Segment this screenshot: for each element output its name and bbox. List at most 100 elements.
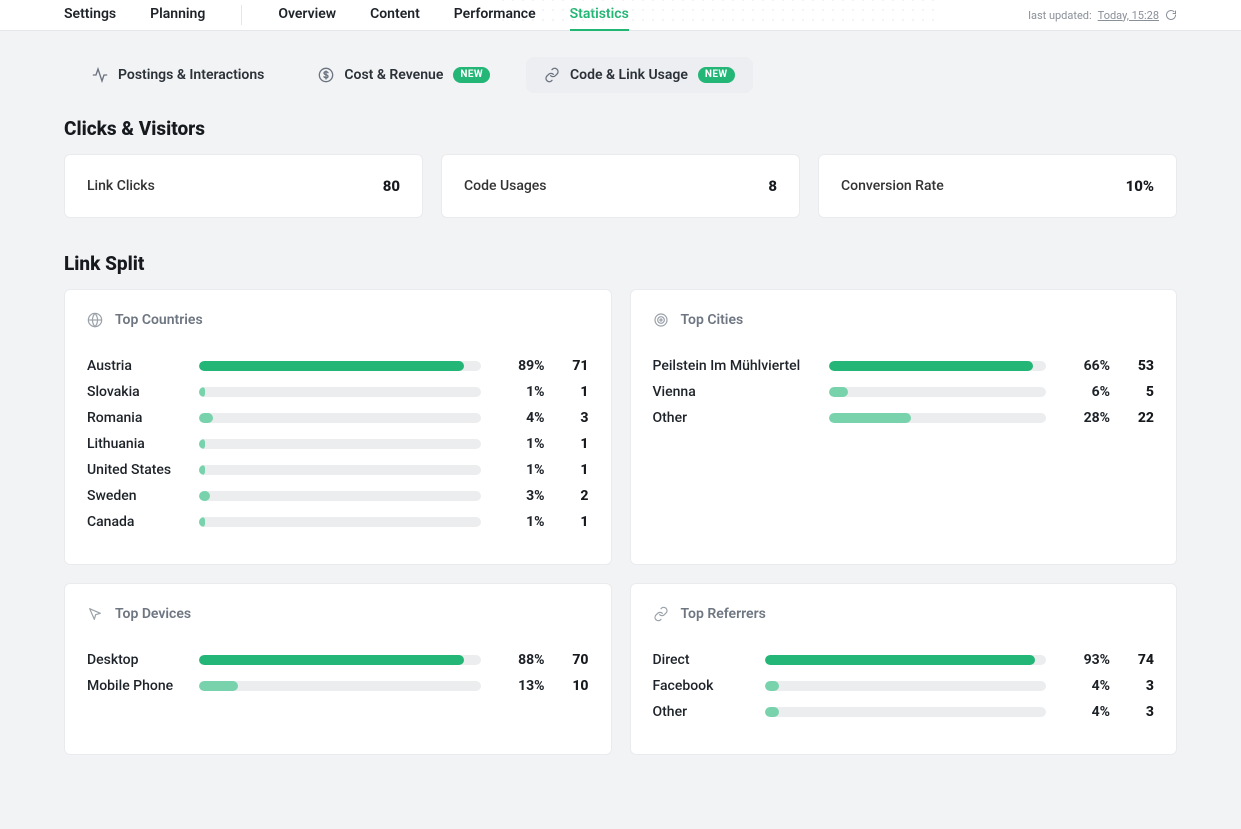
kpi-label: Code Usages bbox=[464, 178, 547, 194]
progress-fill bbox=[199, 681, 238, 691]
progress-bar bbox=[829, 387, 1047, 397]
activity-icon bbox=[92, 67, 108, 83]
list-item: Slovakia1%1 bbox=[87, 384, 589, 400]
progress-fill bbox=[765, 655, 1035, 665]
card-top-countries: Top Countries Austria89%71Slovakia1%1Rom… bbox=[64, 289, 612, 565]
row-label: Peilstein Im Mühlviertel bbox=[653, 358, 813, 374]
progress-fill bbox=[199, 465, 205, 475]
list-item: Austria89%71 bbox=[87, 358, 589, 374]
target-icon bbox=[653, 312, 669, 328]
row-percent: 89% bbox=[497, 358, 545, 374]
nav-statistics[interactable]: Statistics bbox=[570, 0, 629, 31]
row-percent: 13% bbox=[497, 678, 545, 694]
progress-fill bbox=[199, 439, 205, 449]
progress-bar bbox=[765, 681, 1047, 691]
progress-fill bbox=[199, 655, 464, 665]
progress-bar bbox=[765, 655, 1047, 665]
kpi-row: Link Clicks 80 Code Usages 8 Conversion … bbox=[64, 154, 1177, 218]
row-label: Direct bbox=[653, 652, 749, 668]
nav-settings[interactable]: Settings bbox=[64, 0, 116, 31]
row-label: Other bbox=[653, 410, 813, 426]
row-count: 5 bbox=[1126, 384, 1154, 400]
progress-fill bbox=[829, 413, 912, 423]
row-count: 10 bbox=[561, 678, 589, 694]
progress-bar bbox=[829, 413, 1047, 423]
kpi-value: 80 bbox=[383, 177, 400, 195]
progress-bar bbox=[199, 439, 481, 449]
progress-bar bbox=[199, 655, 481, 665]
tab-cost-revenue[interactable]: Cost & Revenue NEW bbox=[300, 57, 508, 93]
row-label: United States bbox=[87, 462, 183, 478]
card-top-cities: Top Cities Peilstein Im Mühlviertel66%53… bbox=[630, 289, 1178, 565]
row-count: 3 bbox=[561, 410, 589, 426]
kpi-code-usages: Code Usages 8 bbox=[441, 154, 800, 218]
progress-bar bbox=[199, 491, 481, 501]
row-count: 1 bbox=[561, 436, 589, 452]
row-label: Romania bbox=[87, 410, 183, 426]
row-percent: 4% bbox=[1062, 678, 1110, 694]
row-percent: 88% bbox=[497, 652, 545, 668]
progress-fill bbox=[765, 707, 779, 717]
row-count: 2 bbox=[561, 488, 589, 504]
row-label: Canada bbox=[87, 514, 183, 530]
card-title: Top Cities bbox=[681, 312, 744, 328]
row-label: Other bbox=[653, 704, 749, 720]
refresh-icon[interactable] bbox=[1165, 9, 1177, 21]
tab-code-link-usage[interactable]: Code & Link Usage NEW bbox=[526, 57, 753, 93]
progress-bar bbox=[199, 413, 481, 423]
nav-content[interactable]: Content bbox=[370, 0, 420, 31]
list-item: Sweden3%2 bbox=[87, 488, 589, 504]
list-item: United States1%1 bbox=[87, 462, 589, 478]
list-item: Mobile Phone13%10 bbox=[87, 678, 589, 694]
kpi-value: 10% bbox=[1126, 177, 1154, 195]
nav-overview[interactable]: Overview bbox=[278, 0, 336, 31]
row-percent: 4% bbox=[1062, 704, 1110, 720]
rows: Desktop88%70Mobile Phone13%10 bbox=[87, 652, 589, 694]
progress-fill bbox=[199, 517, 205, 527]
row-label: Sweden bbox=[87, 488, 183, 504]
progress-bar bbox=[199, 361, 481, 371]
page: Postings & Interactions Cost & Revenue N… bbox=[0, 31, 1241, 785]
list-item: Desktop 88% 70 bbox=[87, 652, 589, 668]
list-item: Vienna6%5 bbox=[653, 384, 1155, 400]
progress-fill bbox=[199, 413, 213, 423]
link-icon bbox=[544, 67, 560, 83]
dollar-icon bbox=[318, 67, 334, 83]
link-split-grid: Top Countries Austria89%71Slovakia1%1Rom… bbox=[64, 289, 1177, 755]
nav-planning[interactable]: Planning bbox=[150, 0, 205, 31]
row-count: 3 bbox=[1126, 704, 1154, 720]
row-count: 74 bbox=[1126, 652, 1154, 668]
globe-icon bbox=[87, 312, 103, 328]
kpi-conversion-rate: Conversion Rate 10% bbox=[818, 154, 1177, 218]
nav-performance[interactable]: Performance bbox=[454, 0, 536, 31]
row-percent: 1% bbox=[497, 436, 545, 452]
tab-postings-interactions[interactable]: Postings & Interactions bbox=[74, 57, 282, 93]
row-count: 71 bbox=[561, 358, 589, 374]
subtabs: Postings & Interactions Cost & Revenue N… bbox=[74, 57, 1177, 93]
row-percent: 66% bbox=[1062, 358, 1110, 374]
row-label: Desktop bbox=[87, 652, 183, 668]
list-item: Lithuania1%1 bbox=[87, 436, 589, 452]
last-updated-time[interactable]: Today, 15:28 bbox=[1098, 9, 1159, 22]
list-item: Other28%22 bbox=[653, 410, 1155, 426]
new-badge: NEW bbox=[698, 67, 735, 83]
nav-divider bbox=[241, 5, 242, 25]
row-count: 70 bbox=[561, 652, 589, 668]
card-title: Top Referrers bbox=[681, 606, 766, 622]
card-top-devices: Top Devices Desktop88%70Mobile Phone13%1… bbox=[64, 583, 612, 755]
row-count: 22 bbox=[1126, 410, 1154, 426]
rows: Austria89%71Slovakia1%1Romania4%3Lithuan… bbox=[87, 358, 589, 530]
tab-label: Postings & Interactions bbox=[118, 67, 264, 83]
progress-bar bbox=[765, 707, 1047, 717]
progress-bar bbox=[829, 361, 1047, 371]
section-title-link-split: Link Split bbox=[64, 252, 1177, 275]
row-percent: 1% bbox=[497, 514, 545, 530]
progress-fill bbox=[765, 681, 779, 691]
section-title-clicks: Clicks & Visitors bbox=[64, 117, 1177, 140]
card-header: Top Countries bbox=[87, 312, 589, 328]
row-count: 1 bbox=[561, 462, 589, 478]
rows: Direct93%74Facebook4%3Other4%3 bbox=[653, 652, 1155, 720]
progress-bar bbox=[199, 387, 481, 397]
link-icon bbox=[653, 606, 669, 622]
row-count: 1 bbox=[561, 384, 589, 400]
